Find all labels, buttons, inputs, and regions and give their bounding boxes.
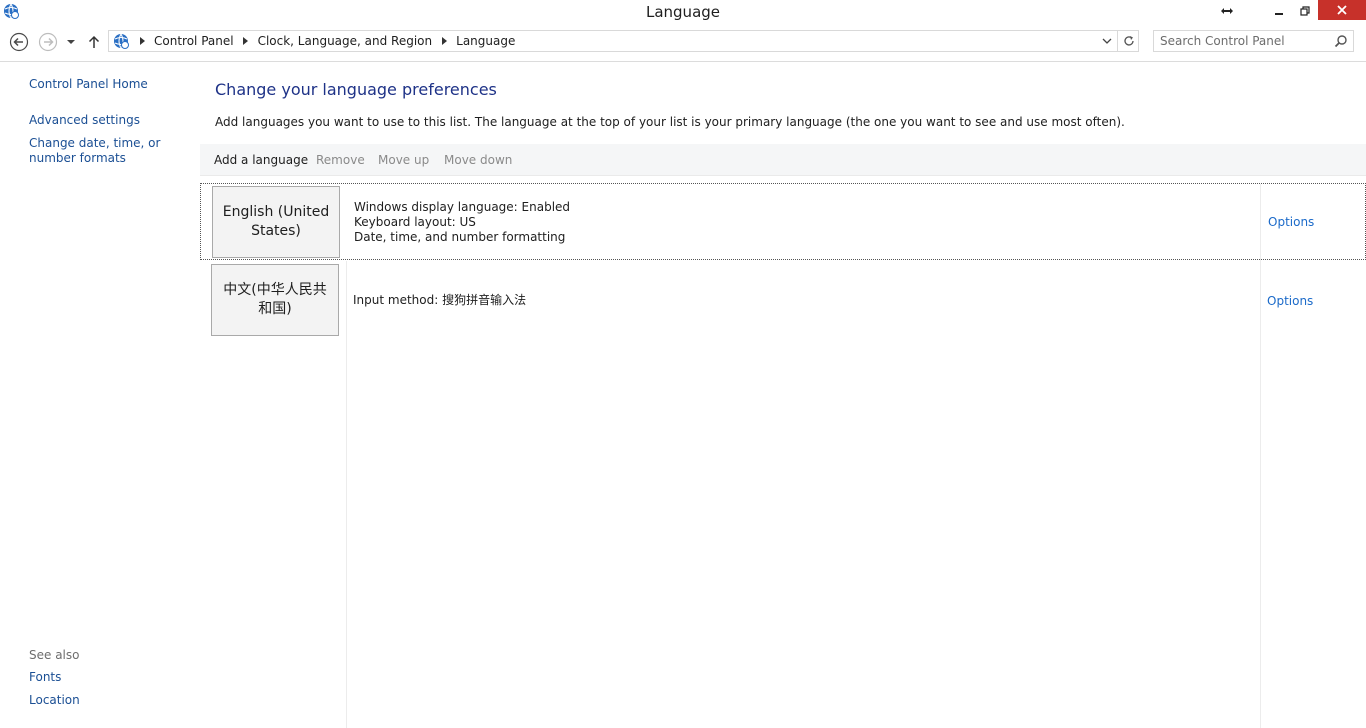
list-item-english[interactable]: English (United States) Windows display …: [200, 183, 1366, 260]
language-tile-english[interactable]: English (United States): [212, 186, 340, 258]
fonts-link[interactable]: Fonts: [29, 670, 61, 685]
main-content: Change your language preferences Add lan…: [200, 62, 1366, 728]
control-panel-home-link[interactable]: Control Panel Home: [29, 77, 148, 92]
forward-button[interactable]: [37, 31, 59, 53]
options-link-chinese[interactable]: Options: [1267, 294, 1313, 308]
search-box[interactable]: [1153, 30, 1354, 52]
list-item-chinese[interactable]: 中文(中华人民共和国) Input method: 搜狗拼音输入法 Option…: [200, 263, 1366, 338]
breadcrumb: Control Panel Clock, Language, and Regio…: [133, 31, 518, 51]
move-down-button[interactable]: Move down: [444, 153, 512, 167]
minimize-button[interactable]: [1266, 0, 1292, 21]
title-bar: Language: [0, 0, 1366, 23]
chevron-right-icon[interactable]: [133, 37, 151, 45]
breadcrumb-clock-language-region[interactable]: Clock, Language, and Region: [255, 34, 436, 48]
back-button[interactable]: [8, 31, 30, 53]
language-details-english: Windows display language: Enabled Keyboa…: [354, 200, 570, 245]
close-button[interactable]: [1318, 0, 1366, 20]
chevron-down-icon[interactable]: [1097, 31, 1117, 51]
add-language-button[interactable]: Add a language: [214, 153, 308, 167]
page-title: Change your language preferences: [215, 80, 497, 99]
move-up-button[interactable]: Move up: [378, 153, 429, 167]
location-link[interactable]: Location: [29, 693, 80, 708]
search-input[interactable]: [1154, 31, 1329, 51]
options-link-english[interactable]: Options: [1268, 215, 1314, 229]
change-date-time-formats-link[interactable]: Change date, time, or number formats: [29, 136, 194, 166]
refresh-icon[interactable]: [1117, 31, 1139, 51]
chevron-right-icon[interactable]: [435, 37, 453, 45]
language-toolbar: Add a language Remove Move up Move down: [200, 144, 1366, 176]
detail-line: Date, time, and number formatting: [354, 230, 566, 244]
restore-button[interactable]: [1292, 0, 1318, 21]
language-details-chinese: Input method: 搜狗拼音输入法: [353, 293, 526, 308]
chevron-right-icon[interactable]: [237, 37, 255, 45]
breadcrumb-control-panel[interactable]: Control Panel: [151, 34, 237, 48]
left-pane: Control Panel Home Advanced settings Cha…: [0, 62, 200, 728]
up-button[interactable]: [84, 31, 104, 53]
language-tile-chinese[interactable]: 中文(中华人民共和国): [211, 264, 339, 336]
detail-line: Keyboard layout: US: [354, 215, 476, 229]
navigation-bar: Control Panel Clock, Language, and Regio…: [0, 23, 1366, 62]
advanced-settings-link[interactable]: Advanced settings: [29, 113, 140, 128]
detail-line: Input method: 搜狗拼音输入法: [353, 293, 527, 307]
page-description: Add languages you want to use to this li…: [215, 115, 1125, 129]
divider: [346, 324, 347, 728]
see-also-label: See also: [29, 648, 80, 662]
recent-locations-chevron-icon[interactable]: [63, 31, 79, 53]
window-title: Language: [645, 3, 721, 21]
remove-button[interactable]: Remove: [316, 153, 365, 167]
detail-line: Windows display language: Enabled: [354, 200, 571, 214]
resize-icon[interactable]: [1214, 0, 1240, 21]
address-bar[interactable]: Control Panel Clock, Language, and Regio…: [108, 30, 1139, 52]
breadcrumb-language[interactable]: Language: [453, 34, 518, 48]
search-icon[interactable]: [1334, 34, 1348, 48]
globe-clock-icon: [112, 32, 130, 50]
